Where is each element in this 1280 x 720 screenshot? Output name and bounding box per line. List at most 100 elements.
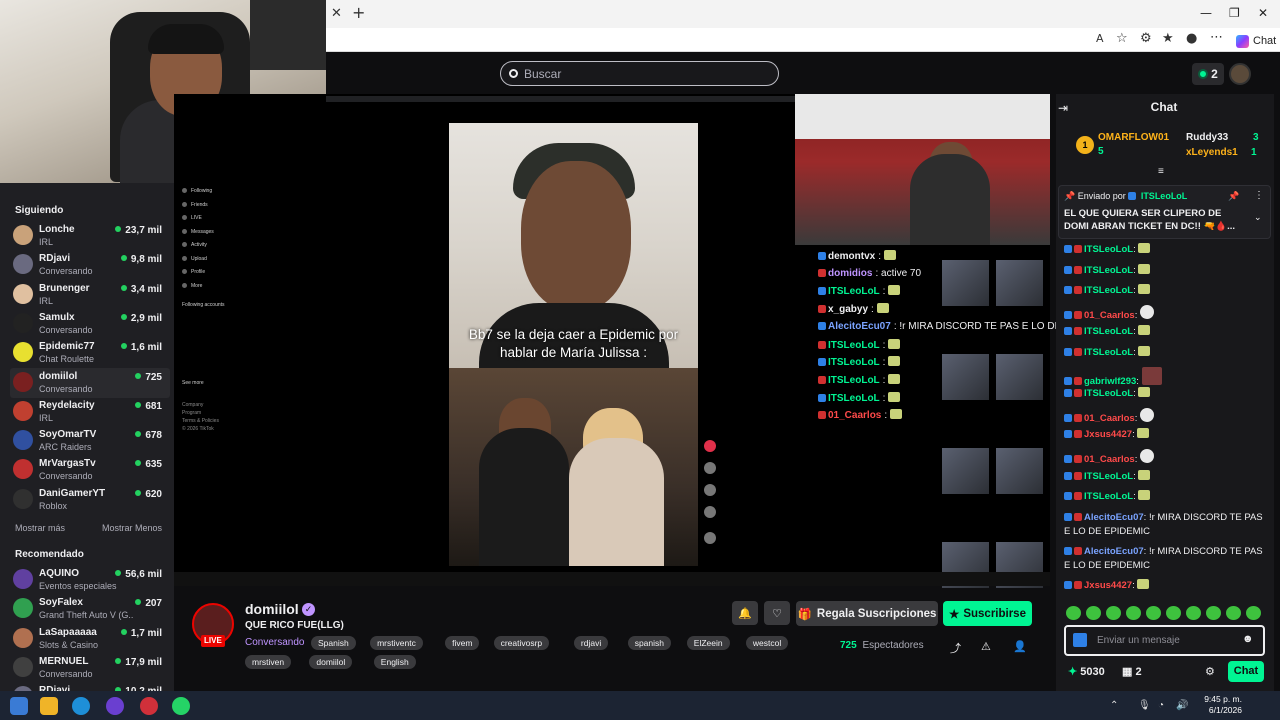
microphone-icon[interactable]: 🎙	[1138, 700, 1151, 711]
close-window-button[interactable]: ✕	[1258, 6, 1268, 20]
emote-icon[interactable]	[1206, 606, 1221, 620]
channel-name[interactable]: domiilol	[245, 601, 299, 617]
sidebar-channel-item[interactable]: Samulx Conversando 2,9 mil	[10, 309, 170, 339]
chat-username[interactable]: ITSLeoLoL	[1084, 388, 1133, 399]
sidebar-channel-item[interactable]: Epidemic77 Chat Roulette 1,6 mil	[10, 338, 170, 368]
show-less-link[interactable]: Mostrar Menos	[102, 523, 162, 533]
whatsapp-icon[interactable]	[172, 697, 190, 715]
chat-username[interactable]: gabriwlf293	[1084, 376, 1136, 387]
sidebar-channel-item[interactable]: AQUINO Eventos especiales 56,6 mil	[10, 565, 170, 595]
chat-badge-icon[interactable]	[1073, 633, 1087, 647]
gift-subs-button[interactable]: 🎁 Regala Suscripciones	[796, 601, 938, 626]
emote-icon[interactable]	[1166, 606, 1181, 620]
chat-scrollbar[interactable]	[1274, 94, 1280, 691]
tray-chevron-icon[interactable]: ⌃	[1110, 700, 1118, 711]
emote-icon[interactable]	[1146, 606, 1161, 620]
volume-icon[interactable]: 🔊	[1176, 700, 1188, 711]
favorites-icon[interactable]: ★	[1162, 32, 1174, 45]
chat-settings-icon[interactable]: ⚙	[1205, 665, 1215, 678]
leaderboard-name[interactable]: xLeyends1	[1186, 147, 1238, 158]
sidebar-channel-item[interactable]: SoyFalex Grand Theft Auto V (G... 207	[10, 594, 170, 624]
user-add-icon[interactable]: 👤	[1013, 640, 1027, 653]
chat-username[interactable]: ITSLeoLoL	[1084, 347, 1133, 358]
sidebar-channel-item[interactable]: MrVargasTv Conversando 635	[10, 455, 170, 485]
share-icon[interactable]: ⤴	[950, 640, 961, 656]
sidebar-channel-item[interactable]: DaniGamerYT Roblox 620	[10, 485, 170, 515]
sidebar-channel-item[interactable]: Lonche IRL 23,7 mil	[10, 221, 170, 251]
search-input[interactable]: Buscar	[500, 61, 779, 86]
chat-username[interactable]: ITSLeoLoL	[1084, 471, 1133, 482]
stream-tag[interactable]: spanish	[627, 636, 671, 650]
stream-tag[interactable]: westcol	[745, 636, 789, 650]
drops-counter[interactable]: ▦ 2	[1122, 665, 1142, 678]
close-tab-icon[interactable]: ✕	[331, 7, 342, 20]
stream-tag[interactable]: mrstiventc	[370, 636, 423, 650]
emote-icon[interactable]	[1066, 606, 1081, 620]
sidebar-channel-item[interactable]: LaSapaaaaa Slots & Casino 1,7 mil	[10, 624, 170, 654]
emoji-picker-icon[interactable]: ☻	[1242, 633, 1254, 645]
chat-username[interactable]: 01_Caarlos	[1084, 310, 1135, 321]
channel-points[interactable]: ✦ 5030	[1068, 665, 1105, 678]
stream-tag[interactable]: rdjavi	[573, 636, 609, 650]
chevron-down-icon[interactable]: ≡	[1158, 166, 1164, 177]
pin-action-icon[interactable]: 📌	[1228, 191, 1239, 202]
start-icon[interactable]	[10, 697, 28, 715]
sidebar-channel-item[interactable]: MERNUEL Conversando 17,9 mil	[10, 653, 170, 683]
sidebar-channel-item[interactable]: domiilol Conversando 725	[10, 367, 170, 398]
stream-tag[interactable]: fivem	[445, 636, 480, 650]
emote-icon[interactable]	[1186, 606, 1201, 620]
sidebar-channel-item[interactable]: SoyOmarTV ARC Raiders 678	[10, 426, 170, 456]
more-menu-icon[interactable]: ⋯	[1210, 31, 1223, 44]
stream-tag[interactable]: creativosrp	[493, 636, 550, 650]
stream-tag[interactable]: ElZeein	[686, 636, 730, 650]
follow-heart-button[interactable]: ♡	[764, 601, 790, 625]
chat-username[interactable]: ITSLeoLoL	[1084, 326, 1133, 337]
chat-username[interactable]: 01_Caarlos	[1084, 413, 1135, 424]
new-tab-button[interactable]: +	[352, 5, 365, 21]
minimize-button[interactable]: —	[1200, 6, 1212, 20]
chat-username[interactable]: ITSLeoLoL	[1084, 285, 1133, 296]
notifications-button[interactable]: 2	[1192, 63, 1224, 85]
edge-icon[interactable]	[72, 697, 90, 715]
chat-send-button[interactable]: Chat	[1228, 661, 1264, 682]
pinned-by-user[interactable]: ITSLeoLoL	[1141, 191, 1188, 201]
chat-username[interactable]: AlecitoEcu07	[1084, 512, 1144, 523]
subscribe-button[interactable]: ★ Suscribirse	[943, 601, 1032, 626]
sidebar-channel-item[interactable]: Reydelacity IRL 681	[10, 397, 170, 427]
emote-icon[interactable]	[1226, 606, 1241, 620]
sidebar-channel-item[interactable]: Brunenger IRL 3,4 mil	[10, 280, 170, 310]
notification-bell-button[interactable]: 🔔	[732, 601, 758, 625]
chat-username[interactable]: ITSLeoLoL	[1084, 244, 1133, 255]
emote-icon[interactable]	[1126, 606, 1141, 620]
emote-icon[interactable]	[1246, 606, 1261, 620]
browser-icon[interactable]	[106, 697, 124, 715]
show-more-link[interactable]: Mostrar más	[15, 523, 65, 533]
chat-username[interactable]: AlecitoEcu07	[1084, 546, 1144, 557]
chat-username[interactable]: ITSLeoLoL	[1084, 265, 1133, 276]
leaderboard-name[interactable]: Ruddy33	[1186, 132, 1228, 143]
user-avatar[interactable]	[1229, 63, 1251, 85]
favorite-star-icon[interactable]: ☆	[1116, 32, 1128, 45]
emote-icon[interactable]	[1106, 606, 1121, 620]
expand-chevron-icon[interactable]: ⌄	[1254, 212, 1262, 223]
chat-username[interactable]: Jxsus4427	[1084, 580, 1132, 591]
profile-icon[interactable]: ●	[1186, 32, 1197, 45]
more-options-icon[interactable]: ⋮	[1254, 190, 1264, 201]
leaderboard-name[interactable]: OMARFLOW01	[1098, 132, 1169, 143]
read-aloud-icon[interactable]: A	[1096, 33, 1104, 44]
stream-category[interactable]: Conversando	[245, 637, 304, 648]
emote-icon[interactable]	[1086, 606, 1101, 620]
chat-username[interactable]: ITSLeoLoL	[1084, 491, 1133, 502]
report-icon[interactable]: ⚠	[981, 640, 991, 653]
restore-button[interactable]: ❐	[1229, 6, 1240, 20]
sidebar-channel-item[interactable]: RDjavi10,2 mil	[10, 682, 170, 691]
extensions-icon[interactable]: ⚙	[1140, 32, 1152, 45]
chat-username[interactable]: 01_Caarlos	[1084, 454, 1135, 465]
wifi-icon[interactable]: ◔	[1158, 700, 1164, 711]
chat-username[interactable]: Jxsus4427	[1084, 429, 1132, 440]
copilot-chat-button[interactable]: Chat	[1232, 32, 1280, 50]
stream-tag[interactable]: English	[373, 655, 416, 669]
sidebar-channel-item[interactable]: RDjavi Conversando 9,8 mil	[10, 250, 170, 280]
stream-tag[interactable]: mrstiven	[245, 655, 292, 669]
app-icon[interactable]	[140, 697, 158, 715]
